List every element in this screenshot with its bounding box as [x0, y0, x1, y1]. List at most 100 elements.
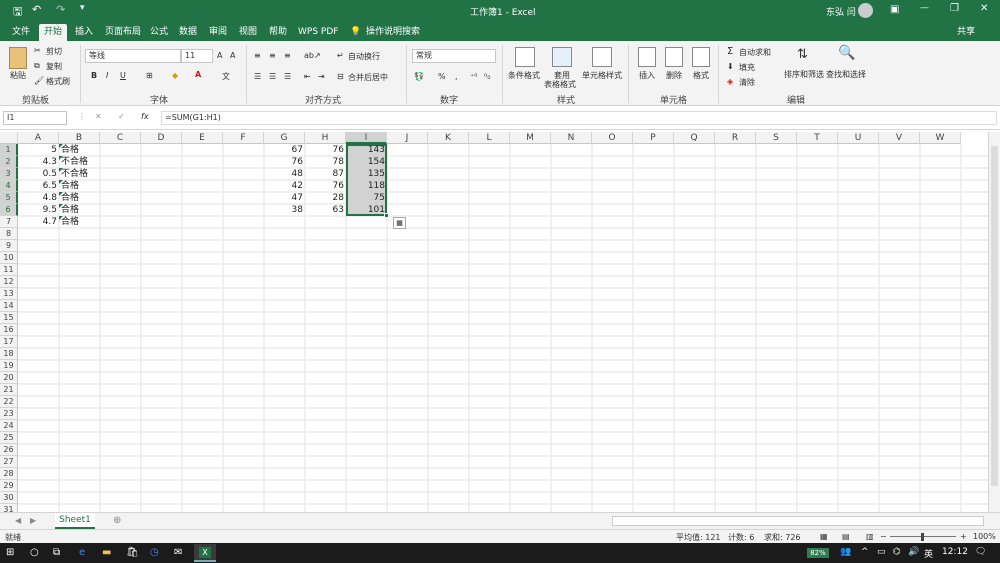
- clock-app-icon[interactable]: ◷: [150, 547, 162, 559]
- decrease-decimal-icon[interactable]: ⁰₀: [484, 72, 490, 81]
- cell-h3[interactable]: 87: [305, 168, 346, 180]
- cell-b7[interactable]: 合格: [59, 216, 100, 228]
- fill-color-icon[interactable]: ◆: [172, 71, 178, 80]
- shrink-font-icon[interactable]: A: [230, 51, 235, 60]
- error-indicator-icon[interactable]: [59, 168, 63, 172]
- copy-icon[interactable]: ⧉: [34, 61, 40, 71]
- row-header-7[interactable]: 7: [0, 216, 18, 228]
- paste-icon[interactable]: [9, 47, 27, 69]
- row-header-2[interactable]: 2: [0, 156, 18, 168]
- search-icon[interactable]: ○: [30, 547, 42, 559]
- enter-icon[interactable]: ✓: [118, 112, 125, 121]
- row-header-12[interactable]: 12: [0, 276, 18, 288]
- cell-b6[interactable]: 合格: [59, 204, 100, 216]
- align-right-icon[interactable]: ☰: [284, 72, 291, 81]
- user-name[interactable]: 东弘 闫: [826, 5, 856, 18]
- clear-button[interactable]: 清除: [739, 77, 755, 88]
- page-layout-icon[interactable]: ▤: [842, 532, 850, 541]
- cell-g2[interactable]: 76: [264, 156, 305, 168]
- insert-cells-icon[interactable]: [638, 47, 656, 67]
- error-indicator-icon[interactable]: [59, 180, 63, 184]
- copy-button[interactable]: 复制: [46, 61, 62, 72]
- zoom-out-icon[interactable]: −: [880, 532, 887, 541]
- restore-icon[interactable]: ❐: [950, 3, 959, 14]
- column-header-f[interactable]: F: [223, 132, 264, 144]
- cell-i1[interactable]: 143: [346, 144, 387, 156]
- delete-cells-button[interactable]: 删除: [666, 70, 682, 81]
- cell-h4[interactable]: 76: [305, 180, 346, 192]
- spreadsheet-grid[interactable]: ABCDEFGHIJKLMNOPQRSTUVW 1 2 3 4 5 6 7 8 9 10 11 12 1…: [0, 132, 988, 512]
- row-header-10[interactable]: 10: [0, 252, 18, 264]
- cell-a4[interactable]: 6.5: [18, 180, 59, 192]
- row-header-16[interactable]: 16: [0, 324, 18, 336]
- sheet-tab-sheet1[interactable]: Sheet1: [55, 513, 95, 529]
- conditional-format-icon[interactable]: [515, 47, 535, 67]
- tab-help[interactable]: 帮助: [264, 24, 292, 41]
- column-header-n[interactable]: N: [551, 132, 592, 144]
- tab-insert[interactable]: 插入: [70, 24, 98, 41]
- avatar[interactable]: [858, 3, 873, 18]
- cell-a1[interactable]: 5: [18, 144, 59, 156]
- select-all-corner[interactable]: [0, 132, 18, 144]
- row-header-1[interactable]: 1: [0, 144, 18, 156]
- row-header-9[interactable]: 9: [0, 240, 18, 252]
- notification-chevron-icon[interactable]: ^: [861, 547, 873, 559]
- tab-formulas[interactable]: 公式: [145, 24, 173, 41]
- cell-a6[interactable]: 9.5: [18, 204, 59, 216]
- tab-view[interactable]: 视图: [234, 24, 262, 41]
- format-cells-icon[interactable]: [692, 47, 710, 67]
- clear-icon[interactable]: ◈: [727, 77, 733, 86]
- number-format-select[interactable]: 常规: [412, 49, 496, 63]
- row-header-8[interactable]: 8: [0, 228, 18, 240]
- cell-a7[interactable]: 4.7: [18, 216, 59, 228]
- sort-filter-icon[interactable]: ⇅: [797, 47, 808, 62]
- cell-b1[interactable]: 合格: [59, 144, 100, 156]
- sort-filter-button[interactable]: 排序和筛选: [784, 69, 824, 80]
- column-header-j[interactable]: J: [387, 132, 428, 144]
- decrease-indent-icon[interactable]: ⇤: [304, 72, 311, 81]
- increase-decimal-icon[interactable]: ⁺⁰: [470, 72, 477, 81]
- fill-icon[interactable]: ⬇: [727, 62, 734, 71]
- italic-button[interactable]: I: [106, 71, 108, 80]
- column-header-a[interactable]: A: [18, 132, 59, 144]
- cell-styles-button[interactable]: 单元格样式: [582, 70, 622, 81]
- name-box[interactable]: I1: [3, 111, 67, 125]
- tab-home[interactable]: 开始: [39, 24, 68, 41]
- close-icon[interactable]: ✕: [980, 3, 988, 14]
- row-header-14[interactable]: 14: [0, 300, 18, 312]
- align-center-icon[interactable]: ☰: [269, 72, 276, 81]
- column-header-k[interactable]: K: [428, 132, 469, 144]
- edge-icon[interactable]: e: [79, 547, 91, 559]
- scroll-left-icon[interactable]: ◀: [15, 516, 21, 525]
- redo-icon[interactable]: ↷: [56, 3, 65, 16]
- row-header-24[interactable]: 24: [0, 420, 18, 432]
- column-header-r[interactable]: R: [715, 132, 756, 144]
- error-indicator-icon[interactable]: [59, 204, 63, 208]
- accounting-icon[interactable]: 💱: [414, 72, 424, 81]
- tab-wps-pdf[interactable]: WPS PDF: [293, 24, 343, 41]
- autosum-icon[interactable]: Σ: [727, 46, 733, 57]
- cell-h5[interactable]: 28: [305, 192, 346, 204]
- error-indicator-icon[interactable]: [59, 192, 63, 196]
- cell-i6[interactable]: 101: [346, 204, 387, 216]
- row-header-31[interactable]: 31: [0, 504, 18, 512]
- row-header-21[interactable]: 21: [0, 384, 18, 396]
- battery-icon[interactable]: ▭: [877, 547, 889, 559]
- row-header-30[interactable]: 30: [0, 492, 18, 504]
- conditional-format-button[interactable]: 条件格式: [508, 70, 540, 81]
- column-header-i[interactable]: I: [346, 132, 387, 144]
- merge-center-button[interactable]: 合并后居中: [348, 72, 388, 83]
- cell-a5[interactable]: 4.8: [18, 192, 59, 204]
- row-header-15[interactable]: 15: [0, 312, 18, 324]
- vertical-scrollbar[interactable]: [988, 132, 1000, 512]
- row-header-22[interactable]: 22: [0, 396, 18, 408]
- add-sheet-icon[interactable]: ⊕: [113, 515, 121, 526]
- row-header-23[interactable]: 23: [0, 408, 18, 420]
- column-header-l[interactable]: L: [469, 132, 510, 144]
- save-icon[interactable]: 🖫: [13, 3, 22, 22]
- phonetic-icon[interactable]: 文: [222, 71, 230, 82]
- cell-h2[interactable]: 78: [305, 156, 346, 168]
- action-center-icon[interactable]: 🗨: [975, 547, 987, 559]
- row-header-4[interactable]: 4: [0, 180, 18, 192]
- people-icon[interactable]: 👥: [840, 547, 852, 559]
